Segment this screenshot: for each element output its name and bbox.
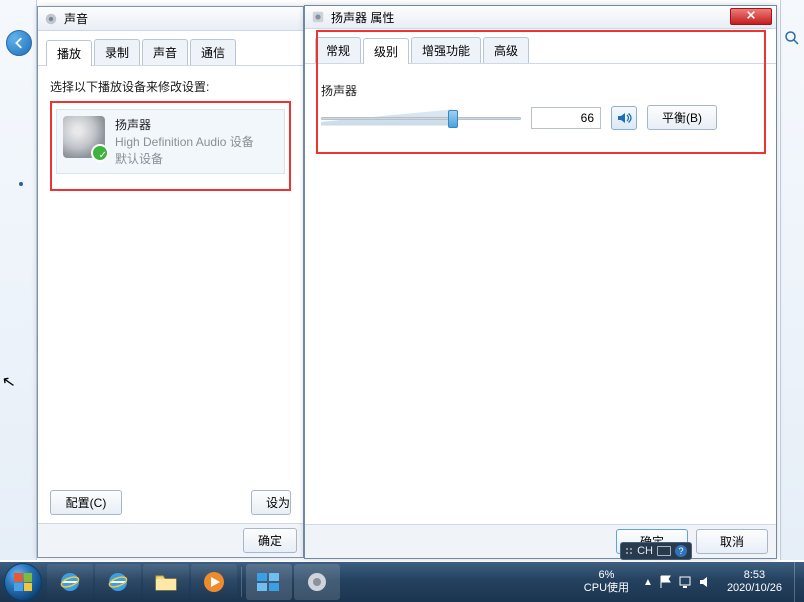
sound-dialog-title: 声音 <box>64 10 88 27</box>
flag-icon[interactable] <box>659 575 673 589</box>
tab-levels[interactable]: 级别 <box>363 38 409 64</box>
ie-icon <box>58 570 82 594</box>
taskbar-separator <box>241 567 242 597</box>
close-icon <box>746 10 756 20</box>
language-bar[interactable]: CH ? <box>620 542 692 560</box>
slider-thumb[interactable] <box>448 110 458 128</box>
speaker-icon <box>63 116 105 158</box>
close-button[interactable] <box>730 8 772 25</box>
taskbar: 6% CPU使用 ▲ 8:53 2020/10/26 <box>0 562 804 602</box>
back-button[interactable] <box>6 30 32 56</box>
sound-tabs: 播放 录制 声音 通信 <box>38 31 303 66</box>
search-icon[interactable] <box>784 30 800 46</box>
taskbar-mediaplayer-button[interactable] <box>191 564 237 600</box>
tray-expand-icon[interactable]: ▲ <box>643 577 653 588</box>
balance-button[interactable]: 平衡(B) <box>647 105 717 130</box>
prop-dialog-titlebar[interactable]: 扬声器 属性 <box>305 6 776 29</box>
taskbar-ie-button[interactable] <box>47 564 93 600</box>
clock-time: 8:53 <box>727 569 782 582</box>
ie-icon <box>106 570 130 594</box>
speaker-task-icon <box>305 570 329 594</box>
taskbar-explorer-button[interactable] <box>143 564 189 600</box>
explorer-nav-pane <box>0 0 37 560</box>
speaker-small-icon <box>311 10 325 24</box>
prop-dialog-footer: 确定 取消 <box>305 524 776 558</box>
prop-cancel-button[interactable]: 取消 <box>696 529 768 554</box>
slider-track <box>321 117 521 120</box>
cpu-usage-label: CPU使用 <box>584 582 629 595</box>
sound-dialog: 声音 播放 录制 声音 通信 选择以下播放设备来修改设置: 扬声器 High D… <box>37 6 304 558</box>
desktop-tiles-icon <box>256 572 282 592</box>
sound-icon <box>44 12 58 26</box>
sound-dialog-titlebar[interactable]: 声音 <box>38 7 303 31</box>
volume-icon <box>616 110 632 126</box>
configure-button[interactable]: 配置(C) <box>50 490 122 515</box>
device-name: 扬声器 <box>115 116 254 133</box>
network-icon[interactable] <box>679 575 693 589</box>
tab-playback[interactable]: 播放 <box>46 40 92 66</box>
explorer-right-pane <box>780 0 804 560</box>
cpu-usage-percent: 6% <box>584 569 629 582</box>
mute-button[interactable] <box>611 106 637 130</box>
tab-communications[interactable]: 通信 <box>190 39 236 65</box>
volume-slider[interactable] <box>321 107 521 129</box>
folder-icon <box>154 572 178 592</box>
keyboard-icon[interactable] <box>657 546 671 556</box>
system-tray: ▲ <box>637 575 719 589</box>
playback-instruction: 选择以下播放设备来修改设置: <box>50 78 291 95</box>
device-item-speaker[interactable]: 扬声器 High Definition Audio 设备 默认设备 <box>56 109 285 174</box>
device-subtitle: High Definition Audio 设备 <box>115 133 254 150</box>
volume-tray-icon[interactable] <box>699 575 713 589</box>
tab-general[interactable]: 常规 <box>315 37 361 63</box>
tab-enhancements[interactable]: 增强功能 <box>411 37 481 63</box>
sound-dialog-footer: 确定 <box>38 523 303 557</box>
lang-indicator[interactable]: CH <box>637 545 653 557</box>
tab-advanced[interactable]: 高级 <box>483 37 529 63</box>
lang-grip-icon <box>625 547 633 555</box>
taskbar-ie-button-2[interactable] <box>95 564 141 600</box>
level-section-label: 扬声器 <box>321 82 760 99</box>
cpu-usage-meter[interactable]: 6% CPU使用 <box>576 569 637 595</box>
taskbar-right: 6% CPU使用 ▲ 8:53 2020/10/26 <box>576 562 804 602</box>
device-status: 默认设备 <box>115 150 254 167</box>
prop-dialog-title: 扬声器 属性 <box>331 9 394 26</box>
windows-logo-icon <box>14 573 32 591</box>
bullet-icon <box>19 182 23 186</box>
prop-tabs: 常规 级别 增强功能 高级 <box>305 29 776 64</box>
help-icon[interactable]: ? <box>675 545 687 557</box>
speaker-properties-dialog: 扬声器 属性 常规 级别 增强功能 高级 扬声器 平衡(B) <box>304 5 777 559</box>
clock-date: 2020/10/26 <box>727 582 782 595</box>
media-player-icon <box>202 570 226 594</box>
tab-recording[interactable]: 录制 <box>94 39 140 65</box>
set-default-button[interactable]: 设为 <box>251 490 291 515</box>
sound-ok-button[interactable]: 确定 <box>243 528 297 553</box>
playback-device-list[interactable]: 扬声器 High Definition Audio 设备 默认设备 <box>50 101 291 191</box>
volume-value-input[interactable] <box>531 107 601 129</box>
arrow-left-icon <box>12 36 26 50</box>
taskbar-desktop-manager[interactable] <box>246 564 292 600</box>
taskbar-clock[interactable]: 8:53 2020/10/26 <box>719 569 790 595</box>
taskbar-sound-window[interactable] <box>294 564 340 600</box>
tab-sounds[interactable]: 声音 <box>142 39 188 65</box>
start-button[interactable] <box>4 563 42 601</box>
show-desktop-button[interactable] <box>794 562 804 602</box>
